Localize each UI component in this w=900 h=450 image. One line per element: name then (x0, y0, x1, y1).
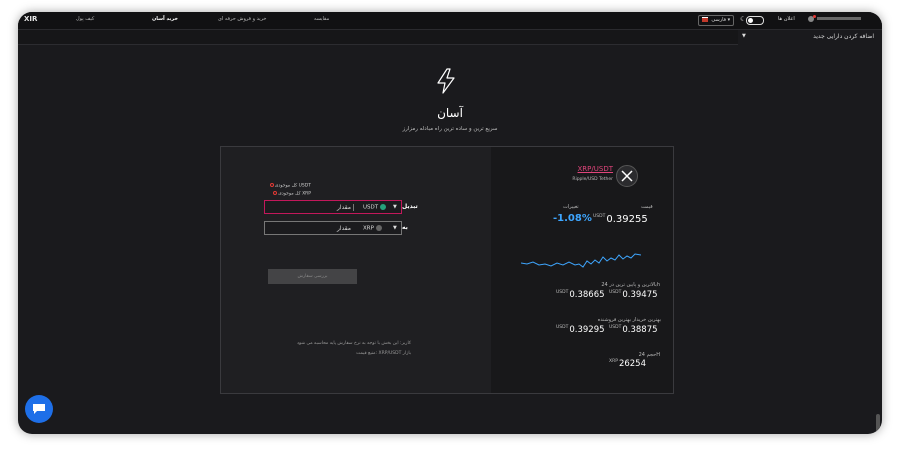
market-pair-name: Ripple/USD Tether (572, 177, 613, 182)
convert-label: تبدیل (402, 203, 418, 210)
page-subtitle: سریع ترین و ساده ترین راه مبادله رمزارز (402, 126, 498, 132)
volume-value: XRP26254 (609, 359, 646, 369)
from-amount-field[interactable]: مقدار USDT ▼ (264, 200, 402, 214)
nav-wallet[interactable]: کیف پول (76, 16, 94, 22)
page-scrollbar[interactable] (876, 414, 880, 434)
account-menu[interactable] (808, 14, 868, 24)
xrp-icon (375, 225, 382, 231)
logo: XIR (24, 15, 38, 23)
top-navigation: XIR کیف پول خرید آسان خرید و فروش حرفه ا… (18, 12, 882, 30)
low-value: USDT0.38665 (556, 290, 605, 300)
price-value: USDT0.39255 (593, 214, 648, 225)
best-buyer-value: USDT0.39295 (556, 325, 605, 335)
notice-line-1: کاربر: این بخش با توجه به نرخ سفارش پایه… (296, 341, 411, 346)
exchange-form: کل موجودی USDT کل موجودی XRP تبدیل مقدار… (221, 147, 491, 393)
app-window: XIR کیف پول خرید آسان خرید و فروش حرفه ا… (18, 12, 882, 434)
from-amount-input[interactable]: مقدار (315, 204, 354, 211)
sub-toolbar (18, 30, 738, 45)
to-coin-select[interactable]: XRP (363, 225, 382, 232)
language-label: فارسی (711, 17, 727, 23)
review-order-button[interactable]: بررسی سفارش (268, 269, 357, 284)
price-sparkline (521, 253, 641, 268)
market-pair-link[interactable]: XRP/USDT (547, 165, 613, 173)
best-seller-value: USDT0.38875 (609, 325, 658, 335)
change-label: تغییرات (563, 204, 579, 210)
lightning-icon (437, 68, 455, 94)
account-name (817, 17, 861, 20)
info-icon (269, 183, 274, 187)
available-usdt: کل موجودی USDT (269, 183, 311, 189)
flag-icon (701, 17, 708, 22)
chevron-down-icon: ▼ (393, 204, 397, 210)
tether-icon (380, 204, 387, 210)
market-info: XRP/USDT Ripple/USD Tether قیمت تغییرات … (491, 147, 673, 393)
to-label: به (402, 224, 408, 231)
from-coin-select[interactable]: USDT (363, 204, 387, 211)
page-title: آسان (437, 106, 463, 120)
language-select[interactable]: فارسی ▾ (698, 15, 734, 26)
notice-line-2: منبع قیمت: XRP/USDT بازار (356, 351, 411, 356)
nav-compare[interactable]: مقایسه (314, 16, 329, 22)
add-asset-label: اضافه کردن دارایی جدید (813, 33, 874, 40)
nav-pro-trade[interactable]: خرید و فروش حرفه ای (218, 16, 267, 22)
theme-toggle[interactable] (746, 16, 764, 25)
to-amount-input[interactable]: مقدار (315, 225, 353, 232)
high-low-label: بالاترین و پایین ترین در 24h (601, 282, 661, 288)
nav-easy-buy[interactable]: خرید آسان (152, 16, 178, 22)
avatar-icon (808, 14, 816, 22)
chevron-down-icon: ▼ (742, 33, 746, 39)
high-value: USDT0.39475 (609, 290, 658, 300)
xrp-logo-icon (616, 165, 638, 187)
chevron-down-icon: ▼ (393, 225, 397, 231)
info-icon (273, 191, 278, 195)
volume-label: حجم 24H (638, 352, 661, 358)
change-value: -1.08% (553, 213, 592, 224)
best-orders-label: بهترین خریدار بهترین فروشنده (597, 317, 661, 323)
notifications-link[interactable]: اعلان ها (778, 16, 795, 22)
chat-button[interactable] (25, 395, 53, 423)
available-xrp: کل موجودی XRP (273, 191, 311, 197)
exchange-card: کل موجودی USDT کل موجودی XRP تبدیل مقدار… (220, 146, 674, 394)
to-amount-field[interactable]: مقدار XRP ▼ (264, 221, 402, 235)
add-asset-panel[interactable]: ▼ اضافه کردن دارایی جدید (738, 30, 882, 44)
price-label: قیمت (641, 204, 653, 210)
chat-icon (33, 404, 45, 414)
